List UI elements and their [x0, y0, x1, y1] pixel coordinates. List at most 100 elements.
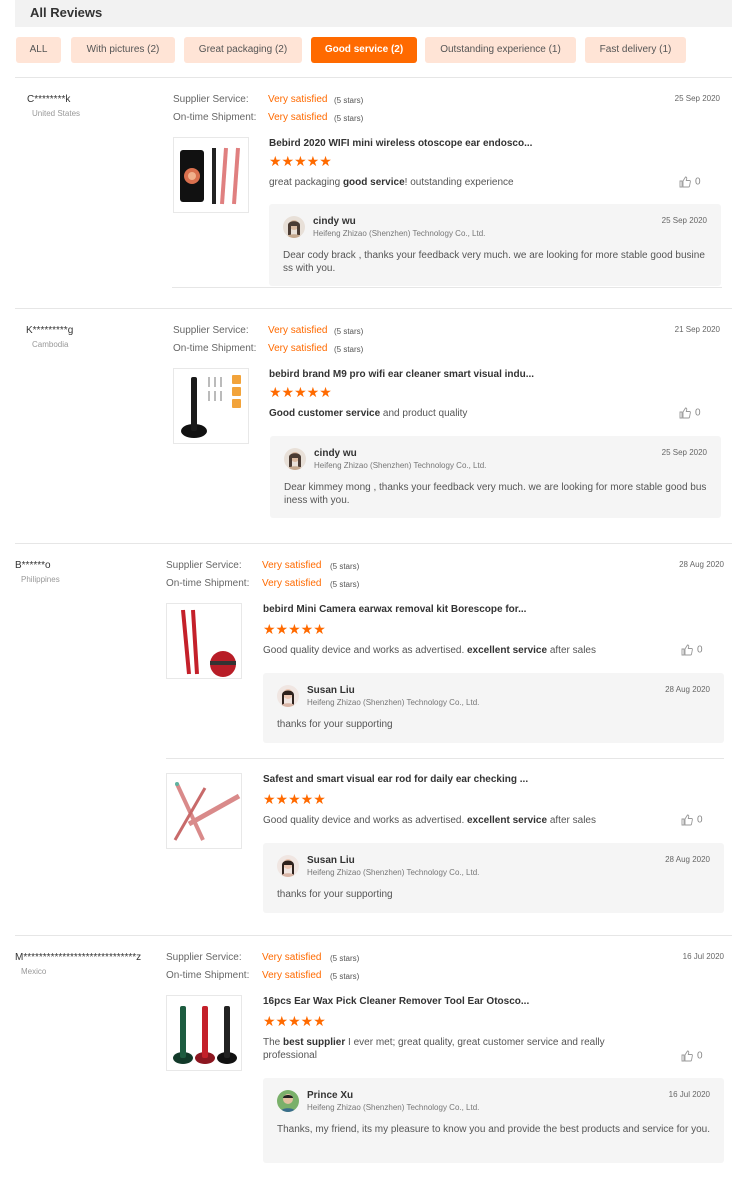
- review-item: bebird brand M9 pro wifi ear cleaner sma…: [173, 368, 723, 520]
- supplier-service-stars: (5 stars): [334, 327, 364, 336]
- seller-avatar: [284, 448, 306, 470]
- reviews-header: All Reviews: [15, 0, 732, 27]
- comment-highlight: excellent service: [467, 645, 548, 656]
- review-date: 28 Aug 2020: [679, 560, 724, 569]
- reply-text: thanks for your supporting: [277, 889, 393, 900]
- reviewer-country: United States: [32, 109, 81, 118]
- reply-text: Dear kimmey mong , thanks your feedback …: [284, 482, 707, 506]
- filter-chip-with-pictures[interactable]: With pictures (2): [71, 37, 175, 63]
- product-rating-stars: ★★★★★: [263, 621, 326, 637]
- ontime-shipment-label: On-time Shipment:: [166, 970, 250, 981]
- like-button[interactable]: 0: [681, 644, 703, 656]
- thumbs-up-icon: [681, 644, 693, 656]
- product-title[interactable]: Bebird 2020 WIFI mini wireless otoscope …: [269, 138, 532, 149]
- ontime-shipment-label: On-time Shipment:: [173, 112, 257, 123]
- supplier-service-value: Very satisfied: [262, 952, 322, 963]
- product-title[interactable]: bebird Mini Camera earwax removal kit Bo…: [263, 604, 526, 615]
- product-title[interactable]: Safest and smart visual ear rod for dail…: [263, 774, 528, 785]
- ontime-shipment-label: On-time Shipment:: [173, 343, 257, 354]
- review-item: 16pcs Ear Wax Pick Cleaner Remover Tool …: [166, 995, 724, 1165]
- divider: [15, 308, 732, 309]
- reviewer-country: Cambodia: [32, 340, 69, 349]
- ontime-shipment-value: Very satisfied: [262, 578, 322, 589]
- review-date: 21 Sep 2020: [674, 325, 720, 334]
- product-title[interactable]: bebird brand M9 pro wifi ear cleaner sma…: [269, 369, 534, 380]
- divider: [15, 543, 732, 544]
- seller-reply: Prince Xu Heifeng Zhizao (Shenzhen) Tech…: [263, 1078, 724, 1163]
- review-item: Bebird 2020 WIFI mini wireless otoscope …: [173, 137, 723, 287]
- seller-name: Susan Liu: [307, 855, 355, 866]
- like-button[interactable]: 0: [681, 1050, 703, 1062]
- supplier-service-stars: (5 stars): [334, 96, 364, 105]
- seller-reply: cindy wu Heifeng Zhizao (Shenzhen) Techn…: [270, 436, 721, 518]
- product-thumbnail[interactable]: [173, 368, 249, 444]
- reply-date: 28 Aug 2020: [665, 855, 710, 864]
- thumbs-up-icon: [681, 1050, 693, 1062]
- reviewer-name: K*********g: [26, 325, 74, 336]
- reviews-title: All Reviews: [30, 5, 103, 20]
- product-thumbnail[interactable]: [173, 137, 249, 213]
- comment-text: ! outstanding experience: [404, 177, 514, 188]
- product-rating-stars: ★★★★★: [263, 1013, 326, 1029]
- seller-avatar: [283, 216, 305, 238]
- seller-company: Heifeng Zhizao (Shenzhen) Technology Co.…: [314, 461, 487, 470]
- ontime-shipment-value: Very satisfied: [268, 112, 328, 123]
- like-count: 0: [697, 1050, 703, 1062]
- reviewer-name: B******o: [15, 560, 51, 571]
- seller-reply: Susan Liu Heifeng Zhizao (Shenzhen) Tech…: [263, 673, 724, 743]
- comment-text: after sales: [547, 815, 596, 826]
- supplier-service-label: Supplier Service:: [173, 94, 249, 105]
- reviewer-country: Philippines: [21, 575, 60, 584]
- reply-date: 28 Aug 2020: [665, 685, 710, 694]
- reply-text: thanks for your supporting: [277, 719, 393, 730]
- ontime-shipment-stars: (5 stars): [334, 114, 364, 123]
- seller-company: Heifeng Zhizao (Shenzhen) Technology Co.…: [307, 698, 480, 707]
- review-comment: Good customer service and product qualit…: [269, 407, 599, 420]
- filter-chip-good-service[interactable]: Good service (2): [311, 37, 417, 63]
- seller-name: cindy wu: [313, 216, 356, 227]
- seller-company: Heifeng Zhizao (Shenzhen) Technology Co.…: [313, 229, 486, 238]
- like-button[interactable]: 0: [681, 814, 703, 826]
- seller-name: Susan Liu: [307, 685, 355, 696]
- reviewer-country: Mexico: [21, 967, 47, 976]
- supplier-service-stars: (5 stars): [330, 954, 360, 963]
- review-comment: The best supplier I ever met; great qual…: [263, 1036, 643, 1062]
- product-thumbnail[interactable]: [166, 773, 242, 849]
- like-count: 0: [695, 407, 701, 419]
- supplier-service-value: Very satisfied: [262, 560, 322, 571]
- supplier-service-label: Supplier Service:: [173, 325, 249, 336]
- comment-highlight: Good customer service: [269, 408, 381, 419]
- review-date: 25 Sep 2020: [674, 94, 720, 103]
- ontime-shipment-stars: (5 stars): [334, 345, 364, 354]
- filter-chip-all[interactable]: ALL: [16, 37, 61, 63]
- review-comment: great packaging good service! outstandin…: [269, 176, 599, 189]
- product-thumbnail[interactable]: [166, 603, 242, 679]
- filter-chip-great-packaging[interactable]: Great packaging (2): [184, 37, 302, 63]
- thumbs-up-icon: [681, 814, 693, 826]
- divider: [15, 935, 732, 936]
- ontime-shipment-stars: (5 stars): [330, 580, 360, 589]
- seller-avatar: [277, 685, 299, 707]
- seller-company: Heifeng Zhizao (Shenzhen) Technology Co.…: [307, 1103, 480, 1112]
- product-thumbnail[interactable]: [166, 995, 242, 1071]
- seller-name: Prince Xu: [307, 1090, 354, 1101]
- reviewer-name: M*****************************z: [15, 952, 142, 963]
- like-button[interactable]: 0: [679, 407, 701, 419]
- product-rating-stars: ★★★★★: [269, 384, 332, 400]
- product-title[interactable]: 16pcs Ear Wax Pick Cleaner Remover Tool …: [263, 996, 529, 1007]
- product-rating-stars: ★★★★★: [269, 153, 332, 169]
- filter-chip-fast-delivery[interactable]: Fast delivery (1): [585, 37, 686, 63]
- comment-text: and product quality: [380, 408, 468, 419]
- reply-date: 25 Sep 2020: [661, 448, 707, 457]
- seller-reply: cindy wu Heifeng Zhizao (Shenzhen) Techn…: [269, 204, 721, 286]
- thumbs-up-icon: [679, 407, 691, 419]
- ontime-shipment-label: On-time Shipment:: [166, 578, 250, 589]
- like-button[interactable]: 0: [679, 176, 701, 188]
- like-count: 0: [697, 644, 703, 656]
- review-comment: Good quality device and works as adverti…: [263, 644, 643, 657]
- review-item: Safest and smart visual ear rod for dail…: [166, 773, 724, 913]
- filter-chip-outstanding-experience[interactable]: Outstanding experience (1): [425, 37, 576, 63]
- review-comment: Good quality device and works as adverti…: [263, 814, 643, 827]
- review-item: bebird Mini Camera earwax removal kit Bo…: [166, 603, 724, 743]
- supplier-service-stars: (5 stars): [330, 562, 360, 571]
